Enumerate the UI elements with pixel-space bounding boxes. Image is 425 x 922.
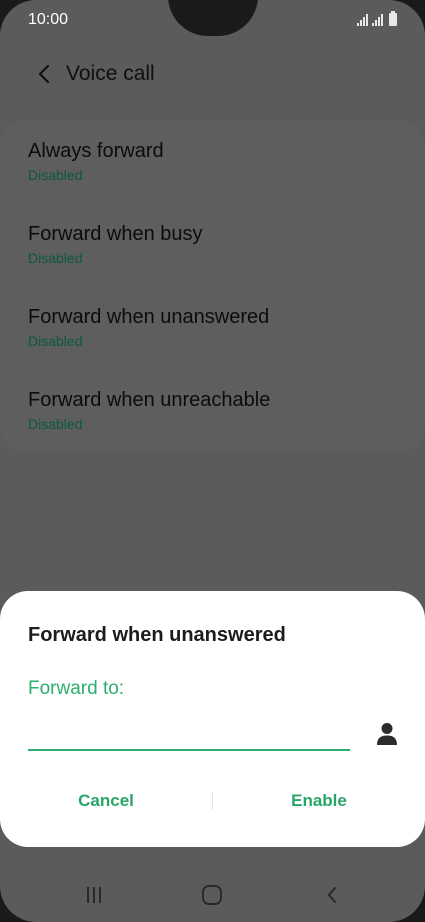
list-item-title: Forward when busy [28, 223, 203, 245]
enable-button[interactable]: Enable [213, 781, 425, 821]
list-item-status: Disabled [28, 416, 83, 432]
camera-notch [168, 0, 258, 36]
list-item-status: Disabled [28, 167, 83, 183]
signal-strength-icon [357, 14, 368, 26]
back-arrow-icon [38, 64, 50, 84]
phone-screen: 10:00 Voice call Always forward Disabled… [0, 0, 425, 922]
list-item-forward-when-busy[interactable]: Forward when busy Disabled [28, 223, 398, 295]
signal-strength-icon [372, 14, 383, 26]
status-icons [357, 11, 397, 26]
battery-icon [389, 11, 397, 26]
status-bar: 10:00 [0, 0, 425, 40]
list-item-title: Forward when unreachable [28, 389, 271, 411]
dialog-title: Forward when unanswered [28, 624, 286, 646]
nav-back-icon [328, 887, 336, 903]
list-item-title: Forward when unanswered [28, 306, 270, 328]
forward-to-label: Forward to: [28, 678, 125, 699]
forwarding-options-list: Always forward Disabled Forward when bus… [0, 120, 425, 452]
page-title: Voice call [66, 62, 155, 85]
recents-icon [87, 887, 101, 903]
app-header: Voice call [0, 52, 425, 96]
forward-dialog: Forward when unanswered Forward to: Canc… [0, 591, 425, 847]
dialog-actions: Cancel Enable [0, 781, 425, 821]
status-time: 10:00 [28, 11, 69, 28]
nav-back-button[interactable] [312, 880, 352, 910]
home-icon [202, 885, 222, 905]
list-item-forward-when-unreachable[interactable]: Forward when unreachable Disabled [28, 389, 398, 461]
forward-to-input[interactable] [28, 715, 350, 751]
list-item-always-forward[interactable]: Always forward Disabled [28, 140, 398, 212]
navigation-bar [0, 866, 425, 922]
list-item-forward-when-unanswered[interactable]: Forward when unanswered Disabled [28, 306, 398, 378]
recents-button[interactable] [74, 880, 114, 910]
list-item-title: Always forward [28, 140, 164, 162]
cancel-button[interactable]: Cancel [0, 781, 212, 821]
contact-picker-button[interactable] [372, 719, 402, 749]
home-button[interactable] [192, 880, 232, 910]
contact-person-icon [377, 723, 397, 745]
back-button[interactable] [24, 54, 64, 94]
list-item-status: Disabled [28, 333, 83, 349]
list-item-status: Disabled [28, 250, 83, 266]
